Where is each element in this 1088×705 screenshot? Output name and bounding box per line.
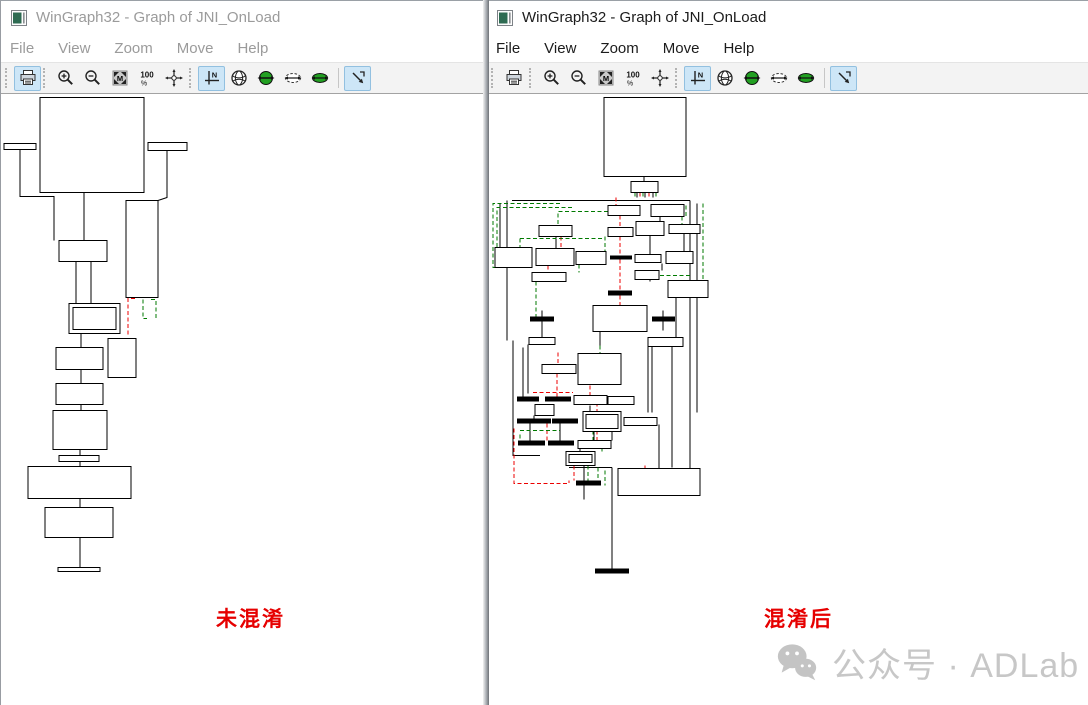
dashed-ellipse-arrows-icon: [769, 68, 789, 88]
menu-help[interactable]: Help: [723, 40, 754, 57]
layout-orthogonal-button[interactable]: [792, 66, 819, 91]
zoom-100-icon: [137, 68, 157, 88]
menu-file[interactable]: File: [496, 40, 520, 57]
layout-normal-button[interactable]: [198, 66, 225, 91]
zoom-100-icon: [623, 68, 643, 88]
menu-move[interactable]: Move: [663, 40, 700, 57]
menubar: File View Zoom Move Help: [1, 34, 488, 63]
titlebar[interactable]: WinGraph32 - Graph of JNI_OnLoad: [487, 1, 1088, 34]
edge-arrow-icon: [834, 68, 854, 88]
toolbar-grip: [189, 68, 194, 88]
wechat-icon: [774, 640, 820, 686]
edge-routing-button[interactable]: [344, 66, 371, 91]
zoom-out-icon: [569, 68, 589, 88]
screenshot-root: WinGraph32 - Graph of JNI_OnLoad File Vi…: [0, 0, 1088, 705]
toolbar-grip: [529, 68, 534, 88]
zoom-in-icon: [56, 68, 76, 88]
caption-obfuscated: 混淆后: [764, 603, 833, 633]
wingraph-window-left: WinGraph32 - Graph of JNI_OnLoad File Vi…: [0, 0, 488, 705]
toolbar: [487, 63, 1088, 94]
toolbar: [1, 63, 488, 94]
toolbar-grip: [491, 68, 496, 88]
green-sphere-arrows-icon: [256, 68, 276, 88]
axis-n-icon: [202, 68, 222, 88]
green-ellipse-arrows-icon: [310, 68, 330, 88]
toolbar-grip: [43, 68, 48, 88]
layout-spring-button[interactable]: [252, 66, 279, 91]
zoom-fit-icon: [110, 68, 130, 88]
layout-spring-button[interactable]: [738, 66, 765, 91]
printer-icon: [18, 68, 38, 88]
layout-hierarchic-button[interactable]: [279, 66, 306, 91]
menu-zoom[interactable]: Zoom: [114, 40, 152, 57]
center-icon: [650, 68, 670, 88]
zoom-in-icon: [542, 68, 562, 88]
toolbar-separator: [824, 68, 825, 88]
zoom-fit-button[interactable]: [106, 66, 133, 91]
printer-icon: [504, 68, 524, 88]
dashed-ellipse-arrows-icon: [283, 68, 303, 88]
layout-circular-button[interactable]: [711, 66, 738, 91]
green-ellipse-arrows-icon: [796, 68, 816, 88]
zoom-fit-icon: [596, 68, 616, 88]
globe-icon: [229, 68, 249, 88]
green-sphere-arrows-icon: [742, 68, 762, 88]
zoom-in-button[interactable]: [538, 66, 565, 91]
menu-zoom[interactable]: Zoom: [600, 40, 638, 57]
layout-normal-button[interactable]: [684, 66, 711, 91]
titlebar[interactable]: WinGraph32 - Graph of JNI_OnLoad: [1, 1, 488, 34]
app-icon: [11, 10, 27, 26]
window-title: WinGraph32 - Graph of JNI_OnLoad: [36, 9, 280, 26]
toolbar-grip: [675, 68, 680, 88]
graph-canvas[interactable]: 未混淆: [1, 95, 488, 705]
window-edge-divider: [483, 0, 489, 705]
zoom-fit-button[interactable]: [592, 66, 619, 91]
caption-unobfuscated: 未混淆: [216, 603, 285, 633]
watermark: 公众号 · ADLab: [774, 638, 1079, 687]
zoom-100-button[interactable]: [619, 66, 646, 91]
zoom-out-button[interactable]: [79, 66, 106, 91]
window-title: WinGraph32 - Graph of JNI_OnLoad: [522, 9, 766, 26]
menu-help[interactable]: Help: [237, 40, 268, 57]
graph-canvas[interactable]: 混淆后 公众号 · ADLab: [487, 95, 1088, 705]
wingraph-window-right: WinGraph32 - Graph of JNI_OnLoad File Vi…: [487, 0, 1088, 705]
center-graph-button[interactable]: [646, 66, 673, 91]
menu-view[interactable]: View: [58, 40, 90, 57]
menu-view[interactable]: View: [544, 40, 576, 57]
watermark-text: 公众号 · ADLab: [832, 638, 1079, 687]
center-graph-button[interactable]: [160, 66, 187, 91]
center-icon: [164, 68, 184, 88]
menu-move[interactable]: Move: [177, 40, 214, 57]
edge-routing-button[interactable]: [830, 66, 857, 91]
zoom-out-button[interactable]: [565, 66, 592, 91]
layout-circular-button[interactable]: [225, 66, 252, 91]
print-button[interactable]: [500, 66, 527, 91]
menu-file[interactable]: File: [10, 40, 34, 57]
menubar: File View Zoom Move Help: [487, 34, 1088, 63]
edge-arrow-icon: [348, 68, 368, 88]
axis-n-icon: [688, 68, 708, 88]
zoom-out-icon: [83, 68, 103, 88]
print-button[interactable]: [14, 66, 41, 91]
layout-hierarchic-button[interactable]: [765, 66, 792, 91]
app-icon: [497, 10, 513, 26]
toolbar-separator: [338, 68, 339, 88]
zoom-in-button[interactable]: [52, 66, 79, 91]
toolbar-grip: [5, 68, 10, 88]
zoom-100-button[interactable]: [133, 66, 160, 91]
globe-icon: [715, 68, 735, 88]
layout-orthogonal-button[interactable]: [306, 66, 333, 91]
